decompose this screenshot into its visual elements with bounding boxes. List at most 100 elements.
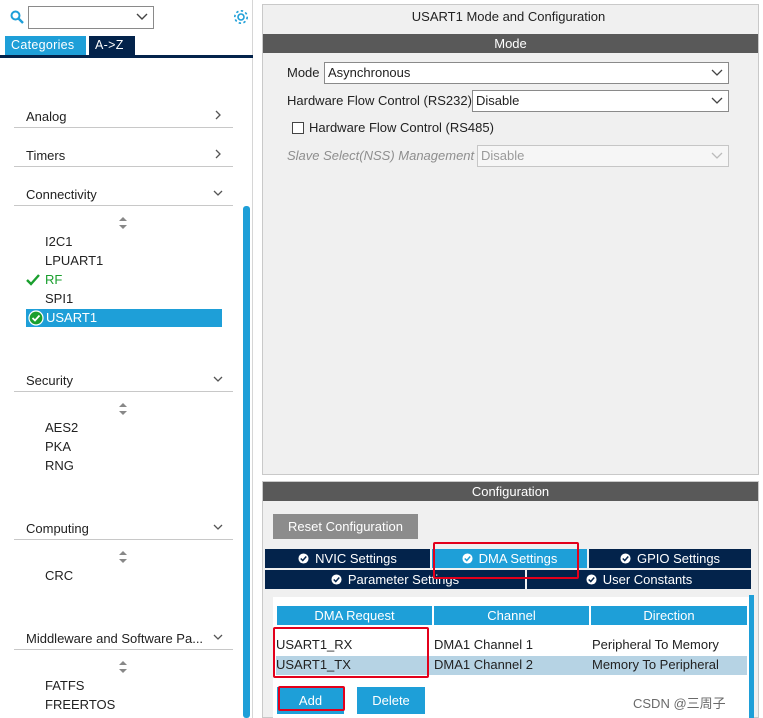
dma-table-scrollbar[interactable] — [749, 595, 754, 718]
chevron-down-icon — [213, 190, 223, 196]
hw-flow-rs232-select[interactable]: Disable — [472, 90, 729, 112]
configuration-header: Configuration — [263, 482, 758, 501]
tab-dma-settings[interactable]: DMA Settings — [432, 549, 587, 568]
chevron-right-icon — [215, 149, 221, 159]
list-item-pka[interactable]: PKA — [45, 439, 71, 454]
sort-icon[interactable] — [118, 551, 128, 563]
category-security-label: Security — [26, 373, 73, 388]
category-analog-label: Analog — [26, 109, 67, 124]
chevron-right-icon — [215, 110, 221, 120]
slave-select-label: Slave Select(NSS) Management — [287, 148, 475, 163]
tab-categories[interactable]: Categories — [5, 36, 86, 55]
chevron-down-icon — [213, 376, 223, 382]
table-row[interactable]: USART1_RX DMA1 Channel 1 Peripheral To M… — [276, 636, 747, 655]
list-item-freertos[interactable]: FREERTOS — [45, 697, 115, 712]
list-item-rng[interactable]: RNG — [45, 458, 74, 473]
column-header-channel[interactable]: Channel — [434, 606, 589, 625]
chevron-down-icon[interactable] — [136, 12, 148, 22]
watermark: CSDN @三周子 — [633, 696, 726, 711]
hw-flow-rs485-label: Hardware Flow Control (RS485) — [309, 120, 494, 135]
chevron-down-icon — [213, 634, 223, 640]
category-computing-label: Computing — [26, 521, 89, 536]
tab-parameter-settings-label: Parameter Settings — [347, 572, 460, 587]
column-header-dma-request[interactable]: DMA Request — [277, 606, 432, 625]
table-cell-direction: Peripheral To Memory — [592, 637, 719, 652]
sort-icon[interactable] — [118, 217, 128, 229]
category-computing[interactable]: Computing — [14, 516, 233, 540]
add-button[interactable]: Add — [277, 687, 344, 714]
tab-gpio-settings[interactable]: GPIO Settings — [589, 549, 751, 568]
list-item-spi1[interactable]: SPI1 — [45, 291, 73, 306]
tab-a-to-z[interactable]: A->Z — [89, 36, 135, 55]
list-item-i2c1[interactable]: I2C1 — [45, 234, 72, 249]
list-item-usart1-label: USART1 — [46, 310, 98, 325]
left-panel: Categories A->Z Analog Timers Connectivi… — [0, 0, 253, 718]
left-scrollbar[interactable] — [243, 206, 250, 718]
tab-user-constants-label: User Constants — [602, 572, 693, 587]
tab-parameter-settings[interactable]: Parameter Settings — [265, 570, 525, 589]
slave-select-select: Disable — [477, 145, 729, 167]
tab-nvic-settings-label: NVIC Settings — [315, 551, 397, 566]
table-cell-direction: Memory To Peripheral — [592, 657, 719, 672]
check-circle-icon — [331, 574, 342, 585]
gear-icon[interactable] — [232, 8, 250, 26]
search-input[interactable] — [28, 6, 154, 29]
mode-select-value: Asynchronous — [328, 65, 411, 80]
chevron-down-icon — [213, 524, 223, 530]
check-circle-icon — [586, 574, 597, 585]
category-middleware[interactable]: Middleware and Software Pa... — [14, 626, 233, 650]
category-connectivity[interactable]: Connectivity — [14, 182, 233, 206]
list-item-rf[interactable]: RF — [45, 272, 62, 287]
reset-configuration-button[interactable]: Reset Configuration — [273, 514, 418, 539]
tab-nvic-settings[interactable]: NVIC Settings — [265, 549, 430, 568]
list-item-crc[interactable]: CRC — [45, 568, 73, 583]
delete-button[interactable]: Delete — [357, 687, 425, 714]
left-tabs: Categories A->Z — [0, 36, 253, 58]
sort-icon[interactable] — [118, 403, 128, 415]
list-item-usart1[interactable]: USART1 — [26, 309, 222, 327]
tab-user-constants[interactable]: User Constants — [527, 570, 751, 589]
category-list: Analog Timers Connectivity I2C1 LPUART1 … — [14, 60, 234, 718]
hw-flow-rs232-value: Disable — [476, 93, 520, 108]
category-middleware-label: Middleware and Software Pa... — [26, 631, 204, 646]
config-panel: USART1 Mode and Configuration Mode Mode … — [254, 0, 763, 718]
list-item-fatfs[interactable]: FATFS — [45, 678, 84, 693]
check-circle-icon — [620, 553, 631, 564]
column-header-direction[interactable]: Direction — [591, 606, 747, 625]
category-timers[interactable]: Timers — [14, 143, 233, 167]
chevron-down-icon — [711, 152, 723, 159]
tab-dma-settings-label: DMA Settings — [478, 551, 558, 566]
hw-flow-rs485-checkbox[interactable] — [292, 122, 304, 134]
table-cell-request: USART1_TX — [276, 657, 351, 672]
table-row[interactable]: USART1_TX DMA1 Channel 2 Memory To Perip… — [276, 656, 747, 675]
mode-header: Mode — [263, 34, 758, 53]
page-title: USART1 Mode and Configuration — [411, 9, 606, 24]
mode-row: Mode Asynchronous — [287, 62, 729, 84]
chevron-down-icon — [711, 69, 723, 76]
check-circle-icon — [298, 553, 309, 564]
table-cell-request: USART1_RX — [276, 637, 353, 652]
mode-label: Mode — [287, 65, 320, 80]
table-cell-channel: DMA1 Channel 2 — [434, 657, 533, 672]
check-icon — [26, 274, 40, 286]
table-cell-channel: DMA1 Channel 1 — [434, 637, 533, 652]
category-analog[interactable]: Analog — [14, 104, 233, 128]
slave-select-value: Disable — [481, 148, 525, 163]
hw-flow-rs485-row: Hardware Flow Control (RS485) — [287, 117, 587, 139]
chevron-down-icon — [711, 97, 723, 104]
slave-select-row: Slave Select(NSS) Management Disable — [287, 145, 729, 167]
hw-flow-rs232-row: Hardware Flow Control (RS232) Disable — [287, 90, 729, 112]
list-item-aes2[interactable]: AES2 — [45, 420, 78, 435]
tab-gpio-settings-label: GPIO Settings — [636, 551, 721, 566]
mode-select[interactable]: Asynchronous — [324, 62, 729, 84]
category-connectivity-label: Connectivity — [26, 187, 97, 202]
category-timers-label: Timers — [26, 148, 66, 163]
check-circle-icon — [28, 310, 44, 326]
list-item-lpuart1[interactable]: LPUART1 — [45, 253, 103, 268]
hw-flow-rs232-label: Hardware Flow Control (RS232) — [287, 93, 472, 108]
category-security[interactable]: Security — [14, 368, 233, 392]
check-circle-icon — [462, 553, 473, 564]
search-row — [6, 6, 250, 30]
sort-icon[interactable] — [118, 661, 128, 673]
search-icon[interactable] — [10, 10, 24, 24]
